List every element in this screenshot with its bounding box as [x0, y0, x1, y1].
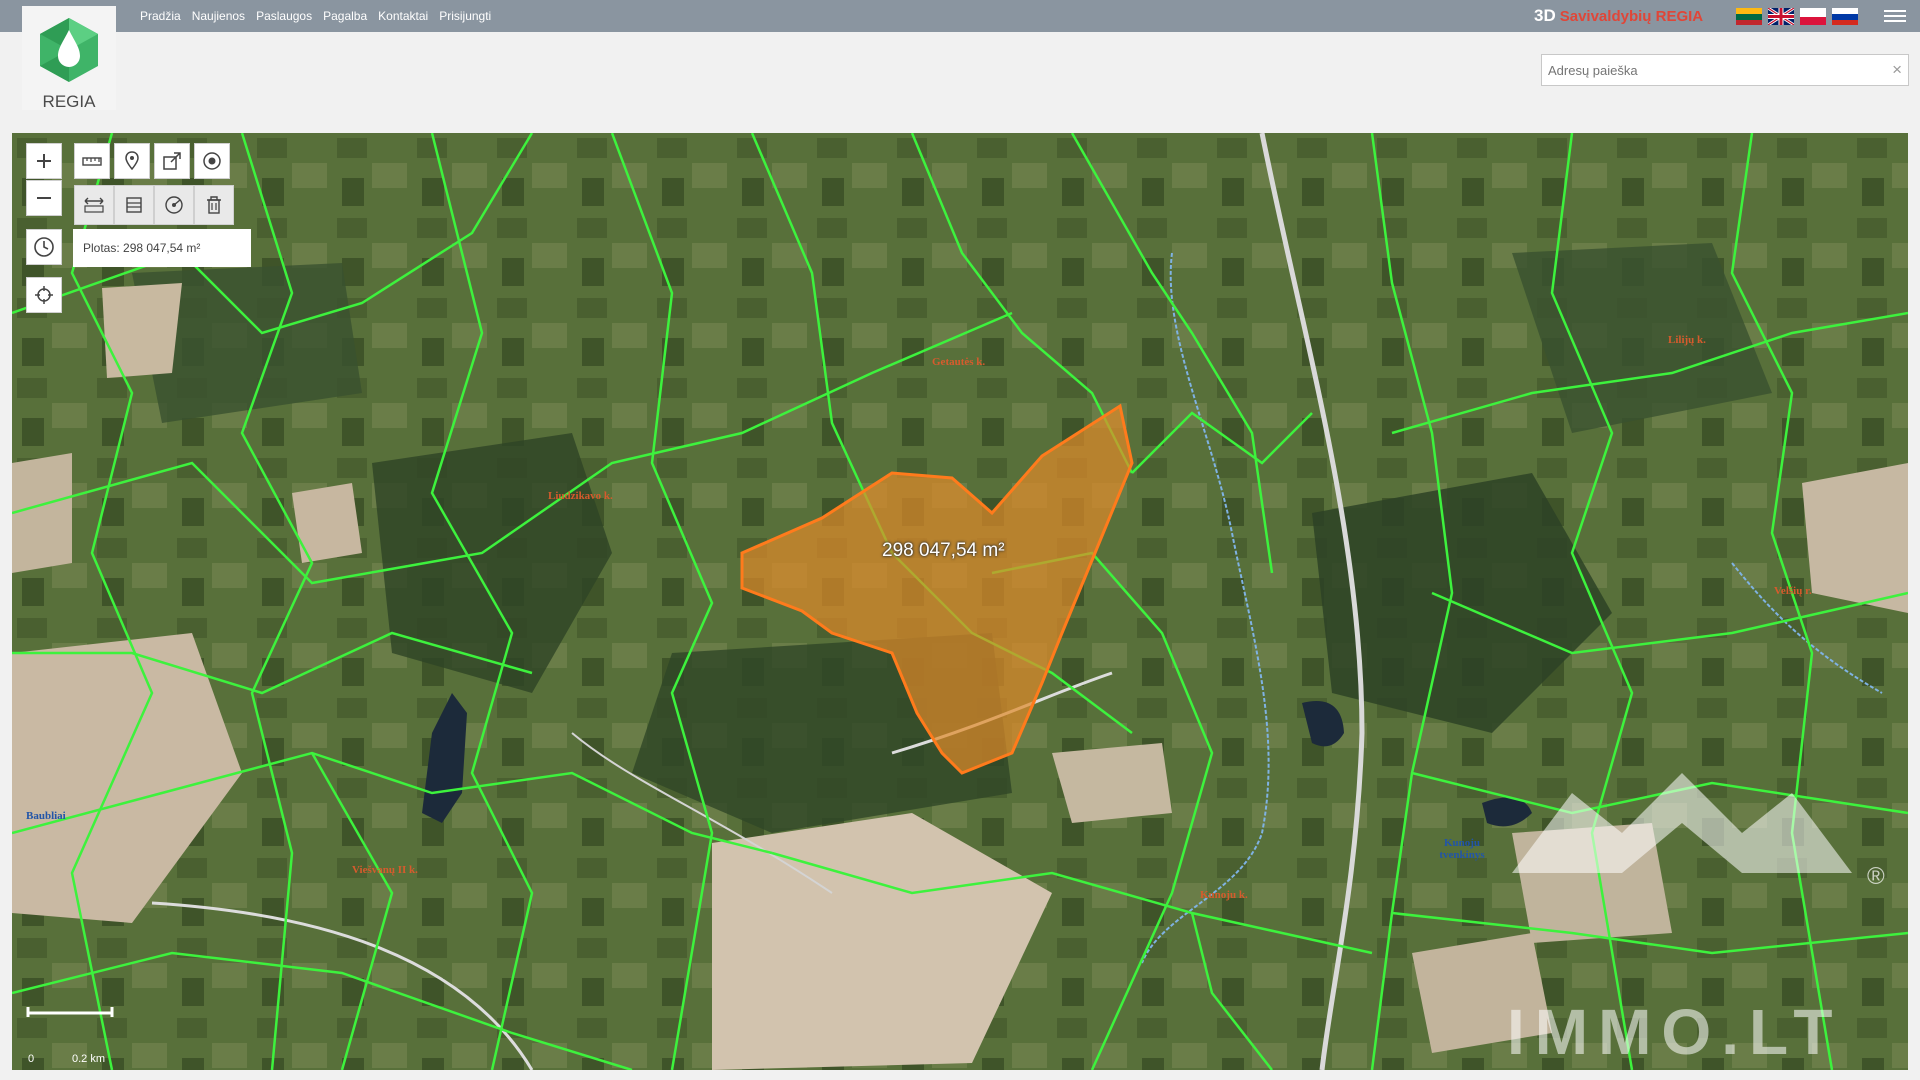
brand-name: Savivaldybių REGIA: [1559, 8, 1704, 25]
place-label-viesvanu: Viešvanų II k.: [352, 864, 418, 876]
map-pin-icon: [125, 151, 139, 171]
flag-ru-icon[interactable]: [1832, 8, 1858, 25]
logo[interactable]: REGIA: [22, 6, 116, 111]
history-button[interactable]: [26, 229, 62, 265]
place-label-liudzikava: Liudzikavo k.: [548, 490, 613, 502]
nav-services[interactable]: Paslaugos: [256, 9, 312, 23]
measure-distance-button[interactable]: [74, 185, 114, 225]
trash-icon: [207, 196, 221, 214]
main-nav: Pradžia Naujienos Paslaugos Pagalba Kont…: [140, 0, 491, 32]
export-icon: [163, 152, 181, 170]
nav-login[interactable]: Prisijungti: [439, 9, 491, 23]
satellite-map: [12, 133, 1908, 1070]
address-search: ×: [1541, 54, 1909, 86]
flag-lt-icon[interactable]: [1736, 8, 1762, 25]
watermark-registered-mark: ®: [1867, 863, 1885, 890]
marker-button[interactable]: [114, 143, 150, 179]
share-button[interactable]: [154, 143, 190, 179]
radius-icon: [165, 196, 183, 214]
zoom-in-button[interactable]: [26, 143, 62, 179]
record-button[interactable]: [194, 143, 230, 179]
crosshair-icon: [35, 286, 53, 304]
place-label-getautas: Getautės k.: [932, 356, 986, 368]
nav-contacts[interactable]: Kontaktai: [378, 9, 428, 23]
target-icon: [203, 152, 221, 170]
locate-button[interactable]: [26, 277, 62, 313]
plus-icon: [37, 154, 51, 168]
address-search-input[interactable]: [1542, 55, 1874, 85]
watermark: IMMO.LT: [1507, 996, 1843, 1068]
flag-pl-icon[interactable]: [1800, 8, 1826, 25]
nav-help[interactable]: Pagalba: [323, 9, 367, 23]
parcel-area-label: 298 047,54 m²: [882, 540, 1005, 561]
area-measurement-panel: Plotas: 298 047,54 m²: [73, 229, 251, 267]
brand-link[interactable]: 3D Savivaldybių REGIA: [1534, 6, 1703, 26]
flag-en-icon[interactable]: [1768, 8, 1794, 25]
clear-search-icon[interactable]: ×: [1892, 60, 1902, 80]
scale-label-zero: 0: [28, 1053, 35, 1065]
brand-3d: 3D: [1534, 6, 1556, 25]
place-label-liliju: Lilijų k.: [1668, 334, 1706, 346]
measure-radius-button[interactable]: [154, 185, 194, 225]
nav-news[interactable]: Naujienos: [192, 9, 245, 23]
nav-home[interactable]: Pradžia: [140, 9, 181, 23]
measure-length-button[interactable]: [74, 143, 110, 179]
map-view[interactable]: Plotas: 298 047,54 m² 298 047,54 m² Geta…: [12, 133, 1908, 1070]
logo-text: REGIA: [42, 92, 96, 111]
ruler-icon: [82, 157, 102, 166]
place-label-kunoju-tvenkinys: Kunoju tvenkinys: [1439, 837, 1485, 861]
delete-measurement-button[interactable]: [194, 185, 234, 225]
menu-icon[interactable]: [1884, 7, 1906, 25]
scale-label-distance: 0.2 km: [72, 1053, 106, 1065]
minus-icon: [37, 197, 51, 199]
clock-icon: [34, 237, 54, 257]
area-icon: [126, 197, 142, 213]
place-label-kunoju: Kunoju k.: [1200, 889, 1248, 901]
language-switcher: [1736, 8, 1858, 25]
place-label-velsiu: Velšių r.: [1774, 585, 1812, 597]
regia-logo-icon: [40, 18, 98, 82]
measure-area-button[interactable]: [114, 185, 154, 225]
ruler-arrows-icon: [84, 197, 104, 213]
zoom-out-button[interactable]: [26, 180, 62, 216]
place-label-baubliai: Baubliai: [26, 810, 66, 822]
